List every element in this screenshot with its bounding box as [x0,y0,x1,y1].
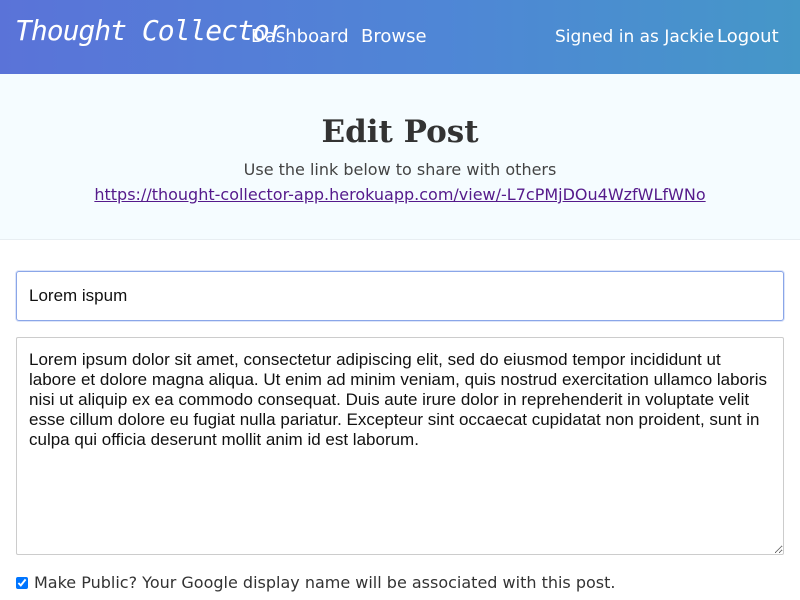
nav-link-dashboard[interactable]: Dashboard [251,26,349,47]
make-public-checkbox[interactable] [16,576,28,589]
logout-button[interactable]: Logout [717,26,779,47]
make-public-row[interactable]: Make Public? Your Google display name wi… [16,573,616,592]
brand-logo[interactable]: Thought Collector [15,14,286,47]
navbar: Thought Collector Dashboard Browse Signe… [0,0,800,74]
page-header: Edit Post Use the link below to share wi… [0,74,800,240]
post-title-input[interactable] [16,271,784,321]
post-body-textarea[interactable]: Lorem ipsum dolor sit amet, consectetur … [16,337,784,555]
nav-link-browse[interactable]: Browse [361,26,427,47]
share-instructions: Use the link below to share with others [243,160,557,179]
share-link[interactable]: https://thought-collector-app.herokuapp.… [0,185,800,204]
page-title: Edit Post [321,114,479,150]
signed-in-user-text: Signed in as Jackie [555,27,715,47]
make-public-label: Make Public? Your Google display name wi… [34,573,616,592]
